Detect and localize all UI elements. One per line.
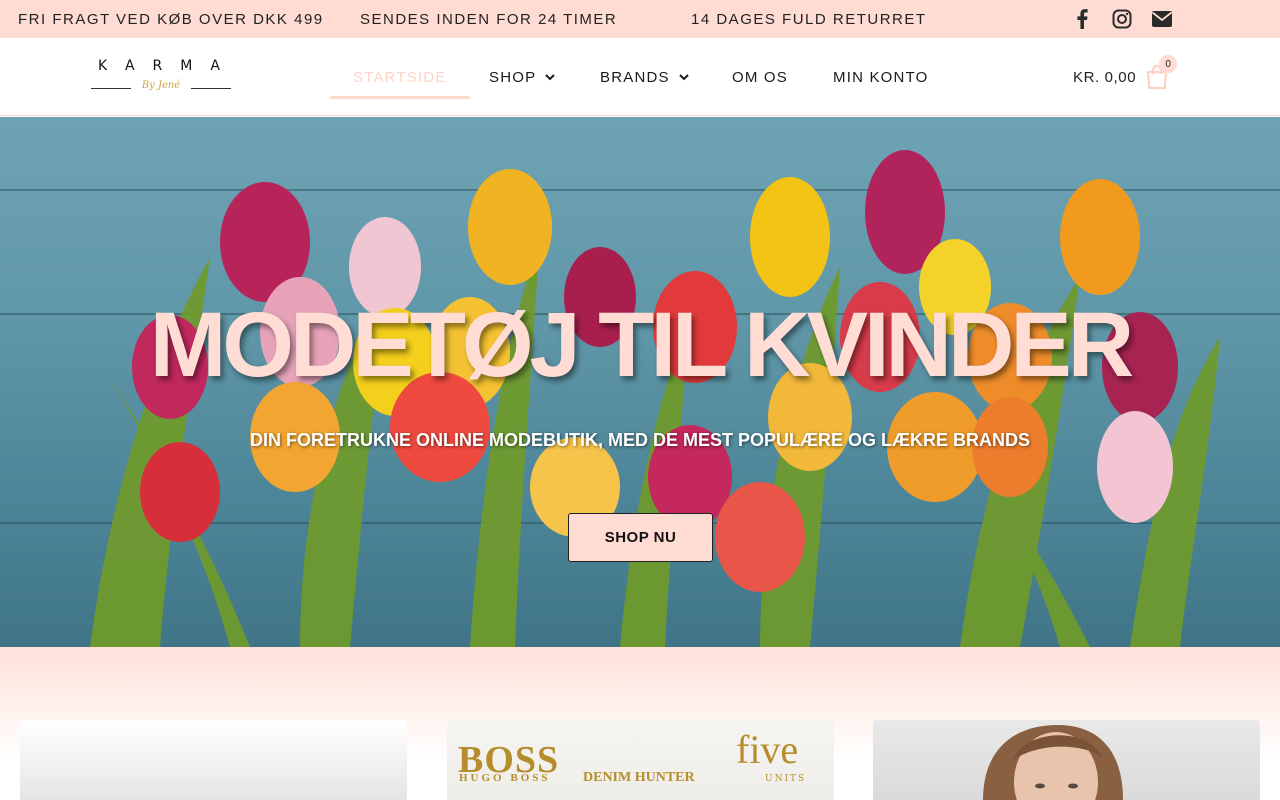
active-nav-indicator — [330, 96, 470, 99]
site-header: KARMA By Jené STARTSIDE SHOP BRANDS OM O… — [0, 38, 1280, 116]
chevron-down-icon — [545, 74, 556, 81]
hero-subtitle: DIN FORETRUKNE ONLINE MODEBUTIK, MED DE … — [249, 430, 1031, 450]
category-card-left[interactable] — [20, 720, 407, 800]
chevron-down-icon — [679, 74, 689, 81]
nav-item-min-konto[interactable]: MIN KONTO — [833, 38, 929, 116]
hero-banner: MODETØJ TIL KVINDER DIN FORETRUKNE ONLIN… — [0, 117, 1280, 647]
envelope-icon[interactable] — [1150, 8, 1174, 30]
five-units-logo-text: five — [736, 727, 799, 772]
model-photo — [983, 725, 1123, 800]
cart-count-badge: 0 — [1159, 55, 1178, 73]
cart-button[interactable]: KR. 0,00 0 — [1073, 38, 1178, 116]
instagram-icon[interactable] — [1111, 8, 1133, 30]
nav-label: OM OS — [732, 68, 789, 86]
units-logo-subtext: UNITS — [765, 774, 807, 784]
brands-card[interactable]: BOSS HUGO BOSS DENIM HUNTER five UNITS — [447, 720, 834, 800]
nav-item-brands[interactable]: BRANDS — [600, 38, 690, 116]
logo-subtext: By Jené — [141, 80, 181, 91]
hero-title: MODETØJ TIL KVINDER — [149, 294, 1134, 396]
facebook-icon[interactable] — [1071, 8, 1093, 30]
nav-item-startside[interactable]: STARTSIDE — [330, 38, 470, 116]
nav-item-shop[interactable]: SHOP — [489, 38, 556, 116]
denim-hunter-logo-text: DENIM HUNTER — [583, 770, 695, 785]
shipping-time-message: SENDES INDEN FOR 24 TIMER — [360, 11, 618, 28]
hugo-boss-logo-text: HUGO BOSS — [459, 772, 551, 784]
nav-label: BRANDS — [600, 68, 670, 86]
karma-logo[interactable]: KARMA By Jené — [84, 58, 238, 98]
shopping-bag-icon: 0 — [1145, 55, 1178, 90]
top-info-bar: FRI FRAGT VED KØB OVER DKK 499 SENDES IN… — [0, 0, 1280, 38]
return-policy-message: 14 DAGES FULD RETURRET — [691, 11, 927, 28]
logo-line-right — [191, 88, 231, 89]
shop-now-button[interactable]: SHOP NU — [568, 513, 713, 562]
cart-total: KR. 0,00 — [1073, 68, 1137, 86]
nav-label: STARTSIDE — [353, 68, 447, 86]
logo-line-left — [91, 88, 131, 89]
logo-text: KARMA — [98, 58, 238, 74]
free-shipping-message: FRI FRAGT VED KØB OVER DKK 499 — [18, 11, 324, 28]
nav-label: SHOP — [489, 68, 537, 86]
nav-label: MIN KONTO — [833, 68, 929, 86]
nav-item-om-os[interactable]: OM OS — [732, 38, 788, 116]
model-photo-card[interactable] — [873, 720, 1260, 800]
